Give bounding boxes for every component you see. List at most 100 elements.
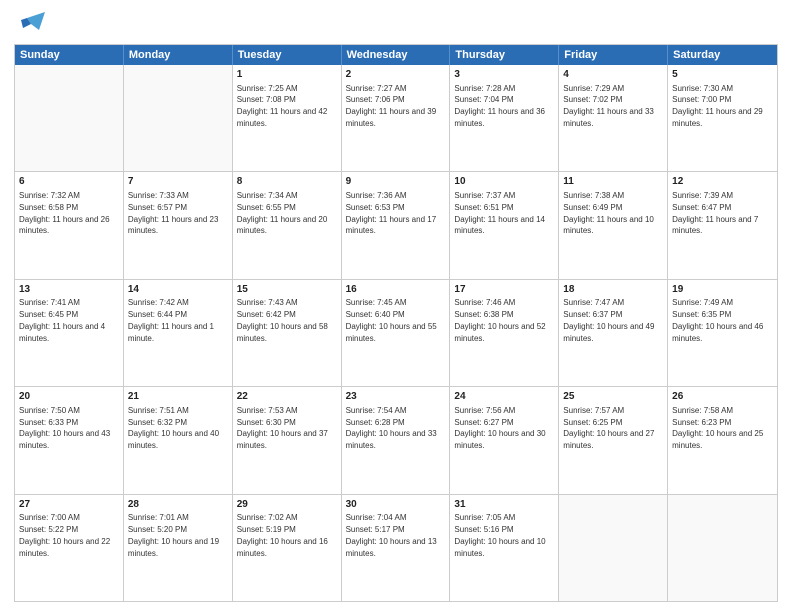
logo-icon	[17, 10, 45, 38]
sunset-info: Sunset: 5:22 PM	[19, 525, 78, 534]
cal-cell-day-13: 13Sunrise: 7:41 AMSunset: 6:45 PMDayligh…	[15, 280, 124, 386]
cal-cell-day-25: 25Sunrise: 7:57 AMSunset: 6:25 PMDayligh…	[559, 387, 668, 493]
daylight-info: Daylight: 11 hours and 14 minutes.	[454, 215, 545, 236]
cal-cell-day-15: 15Sunrise: 7:43 AMSunset: 6:42 PMDayligh…	[233, 280, 342, 386]
sunset-info: Sunset: 5:16 PM	[454, 525, 513, 534]
cal-cell-day-2: 2Sunrise: 7:27 AMSunset: 7:06 PMDaylight…	[342, 65, 451, 171]
day-number: 18	[563, 283, 663, 297]
sunrise-info: Sunrise: 7:05 AM	[454, 513, 515, 522]
sunrise-info: Sunrise: 7:57 AM	[563, 406, 624, 415]
cal-cell-empty	[668, 495, 777, 601]
cal-cell-day-4: 4Sunrise: 7:29 AMSunset: 7:02 PMDaylight…	[559, 65, 668, 171]
sunset-info: Sunset: 7:02 PM	[563, 95, 622, 104]
sunrise-info: Sunrise: 7:28 AM	[454, 84, 515, 93]
sunset-info: Sunset: 6:40 PM	[346, 310, 405, 319]
day-header-friday: Friday	[559, 45, 668, 65]
cal-cell-day-27: 27Sunrise: 7:00 AMSunset: 5:22 PMDayligh…	[15, 495, 124, 601]
day-number: 20	[19, 390, 119, 404]
day-number: 27	[19, 498, 119, 512]
sunrise-info: Sunrise: 7:54 AM	[346, 406, 407, 415]
sunrise-info: Sunrise: 7:49 AM	[672, 298, 733, 307]
daylight-info: Daylight: 10 hours and 58 minutes.	[237, 322, 328, 343]
cal-cell-day-17: 17Sunrise: 7:46 AMSunset: 6:38 PMDayligh…	[450, 280, 559, 386]
cal-cell-day-16: 16Sunrise: 7:45 AMSunset: 6:40 PMDayligh…	[342, 280, 451, 386]
daylight-info: Daylight: 10 hours and 10 minutes.	[454, 537, 545, 558]
sunrise-info: Sunrise: 7:37 AM	[454, 191, 515, 200]
cal-cell-day-19: 19Sunrise: 7:49 AMSunset: 6:35 PMDayligh…	[668, 280, 777, 386]
day-number: 25	[563, 390, 663, 404]
cal-cell-day-12: 12Sunrise: 7:39 AMSunset: 6:47 PMDayligh…	[668, 172, 777, 278]
calendar: SundayMondayTuesdayWednesdayThursdayFrid…	[14, 44, 778, 602]
cal-cell-day-8: 8Sunrise: 7:34 AMSunset: 6:55 PMDaylight…	[233, 172, 342, 278]
daylight-info: Daylight: 10 hours and 30 minutes.	[454, 429, 545, 450]
day-number: 3	[454, 68, 554, 82]
daylight-info: Daylight: 10 hours and 55 minutes.	[346, 322, 437, 343]
daylight-info: Daylight: 11 hours and 26 minutes.	[19, 215, 110, 236]
cal-cell-day-7: 7Sunrise: 7:33 AMSunset: 6:57 PMDaylight…	[124, 172, 233, 278]
day-number: 14	[128, 283, 228, 297]
cal-cell-day-5: 5Sunrise: 7:30 AMSunset: 7:00 PMDaylight…	[668, 65, 777, 171]
daylight-info: Daylight: 11 hours and 39 minutes.	[346, 107, 437, 128]
cal-cell-empty	[124, 65, 233, 171]
sunset-info: Sunset: 6:38 PM	[454, 310, 513, 319]
daylight-info: Daylight: 11 hours and 23 minutes.	[128, 215, 219, 236]
daylight-info: Daylight: 11 hours and 4 minutes.	[19, 322, 105, 343]
cal-cell-day-18: 18Sunrise: 7:47 AMSunset: 6:37 PMDayligh…	[559, 280, 668, 386]
cal-cell-day-14: 14Sunrise: 7:42 AMSunset: 6:44 PMDayligh…	[124, 280, 233, 386]
day-number: 13	[19, 283, 119, 297]
day-number: 31	[454, 498, 554, 512]
sunrise-info: Sunrise: 7:38 AM	[563, 191, 624, 200]
daylight-info: Daylight: 10 hours and 43 minutes.	[19, 429, 110, 450]
sunset-info: Sunset: 6:42 PM	[237, 310, 296, 319]
logo	[14, 10, 45, 38]
cal-cell-day-3: 3Sunrise: 7:28 AMSunset: 7:04 PMDaylight…	[450, 65, 559, 171]
calendar-row-4: 20Sunrise: 7:50 AMSunset: 6:33 PMDayligh…	[15, 386, 777, 493]
sunrise-info: Sunrise: 7:36 AM	[346, 191, 407, 200]
calendar-row-1: 1Sunrise: 7:25 AMSunset: 7:08 PMDaylight…	[15, 65, 777, 171]
sunset-info: Sunset: 6:53 PM	[346, 203, 405, 212]
daylight-info: Daylight: 10 hours and 49 minutes.	[563, 322, 654, 343]
day-header-wednesday: Wednesday	[342, 45, 451, 65]
daylight-info: Daylight: 10 hours and 52 minutes.	[454, 322, 545, 343]
day-number: 4	[563, 68, 663, 82]
day-number: 7	[128, 175, 228, 189]
sunrise-info: Sunrise: 7:50 AM	[19, 406, 80, 415]
daylight-info: Daylight: 10 hours and 33 minutes.	[346, 429, 437, 450]
sunset-info: Sunset: 5:20 PM	[128, 525, 187, 534]
sunset-info: Sunset: 6:49 PM	[563, 203, 622, 212]
daylight-info: Daylight: 10 hours and 27 minutes.	[563, 429, 654, 450]
cal-cell-day-24: 24Sunrise: 7:56 AMSunset: 6:27 PMDayligh…	[450, 387, 559, 493]
sunrise-info: Sunrise: 7:25 AM	[237, 84, 298, 93]
sunset-info: Sunset: 7:06 PM	[346, 95, 405, 104]
daylight-info: Daylight: 10 hours and 13 minutes.	[346, 537, 437, 558]
sunset-info: Sunset: 6:57 PM	[128, 203, 187, 212]
daylight-info: Daylight: 11 hours and 36 minutes.	[454, 107, 545, 128]
sunset-info: Sunset: 5:19 PM	[237, 525, 296, 534]
day-number: 19	[672, 283, 773, 297]
daylight-info: Daylight: 11 hours and 29 minutes.	[672, 107, 763, 128]
day-header-saturday: Saturday	[668, 45, 777, 65]
day-header-tuesday: Tuesday	[233, 45, 342, 65]
day-number: 11	[563, 175, 663, 189]
cal-cell-day-28: 28Sunrise: 7:01 AMSunset: 5:20 PMDayligh…	[124, 495, 233, 601]
calendar-row-2: 6Sunrise: 7:32 AMSunset: 6:58 PMDaylight…	[15, 171, 777, 278]
sunset-info: Sunset: 7:00 PM	[672, 95, 731, 104]
sunset-info: Sunset: 6:35 PM	[672, 310, 731, 319]
sunset-info: Sunset: 6:28 PM	[346, 418, 405, 427]
day-number: 26	[672, 390, 773, 404]
sunrise-info: Sunrise: 7:47 AM	[563, 298, 624, 307]
cal-cell-empty	[15, 65, 124, 171]
daylight-info: Daylight: 10 hours and 37 minutes.	[237, 429, 328, 450]
calendar-row-5: 27Sunrise: 7:00 AMSunset: 5:22 PMDayligh…	[15, 494, 777, 601]
day-number: 2	[346, 68, 446, 82]
sunrise-info: Sunrise: 7:51 AM	[128, 406, 189, 415]
sunrise-info: Sunrise: 7:29 AM	[563, 84, 624, 93]
daylight-info: Daylight: 11 hours and 7 minutes.	[672, 215, 758, 236]
sunrise-info: Sunrise: 7:53 AM	[237, 406, 298, 415]
cal-cell-day-11: 11Sunrise: 7:38 AMSunset: 6:49 PMDayligh…	[559, 172, 668, 278]
cal-cell-day-29: 29Sunrise: 7:02 AMSunset: 5:19 PMDayligh…	[233, 495, 342, 601]
sunrise-info: Sunrise: 7:58 AM	[672, 406, 733, 415]
sunrise-info: Sunrise: 7:39 AM	[672, 191, 733, 200]
day-number: 8	[237, 175, 337, 189]
sunrise-info: Sunrise: 7:42 AM	[128, 298, 189, 307]
